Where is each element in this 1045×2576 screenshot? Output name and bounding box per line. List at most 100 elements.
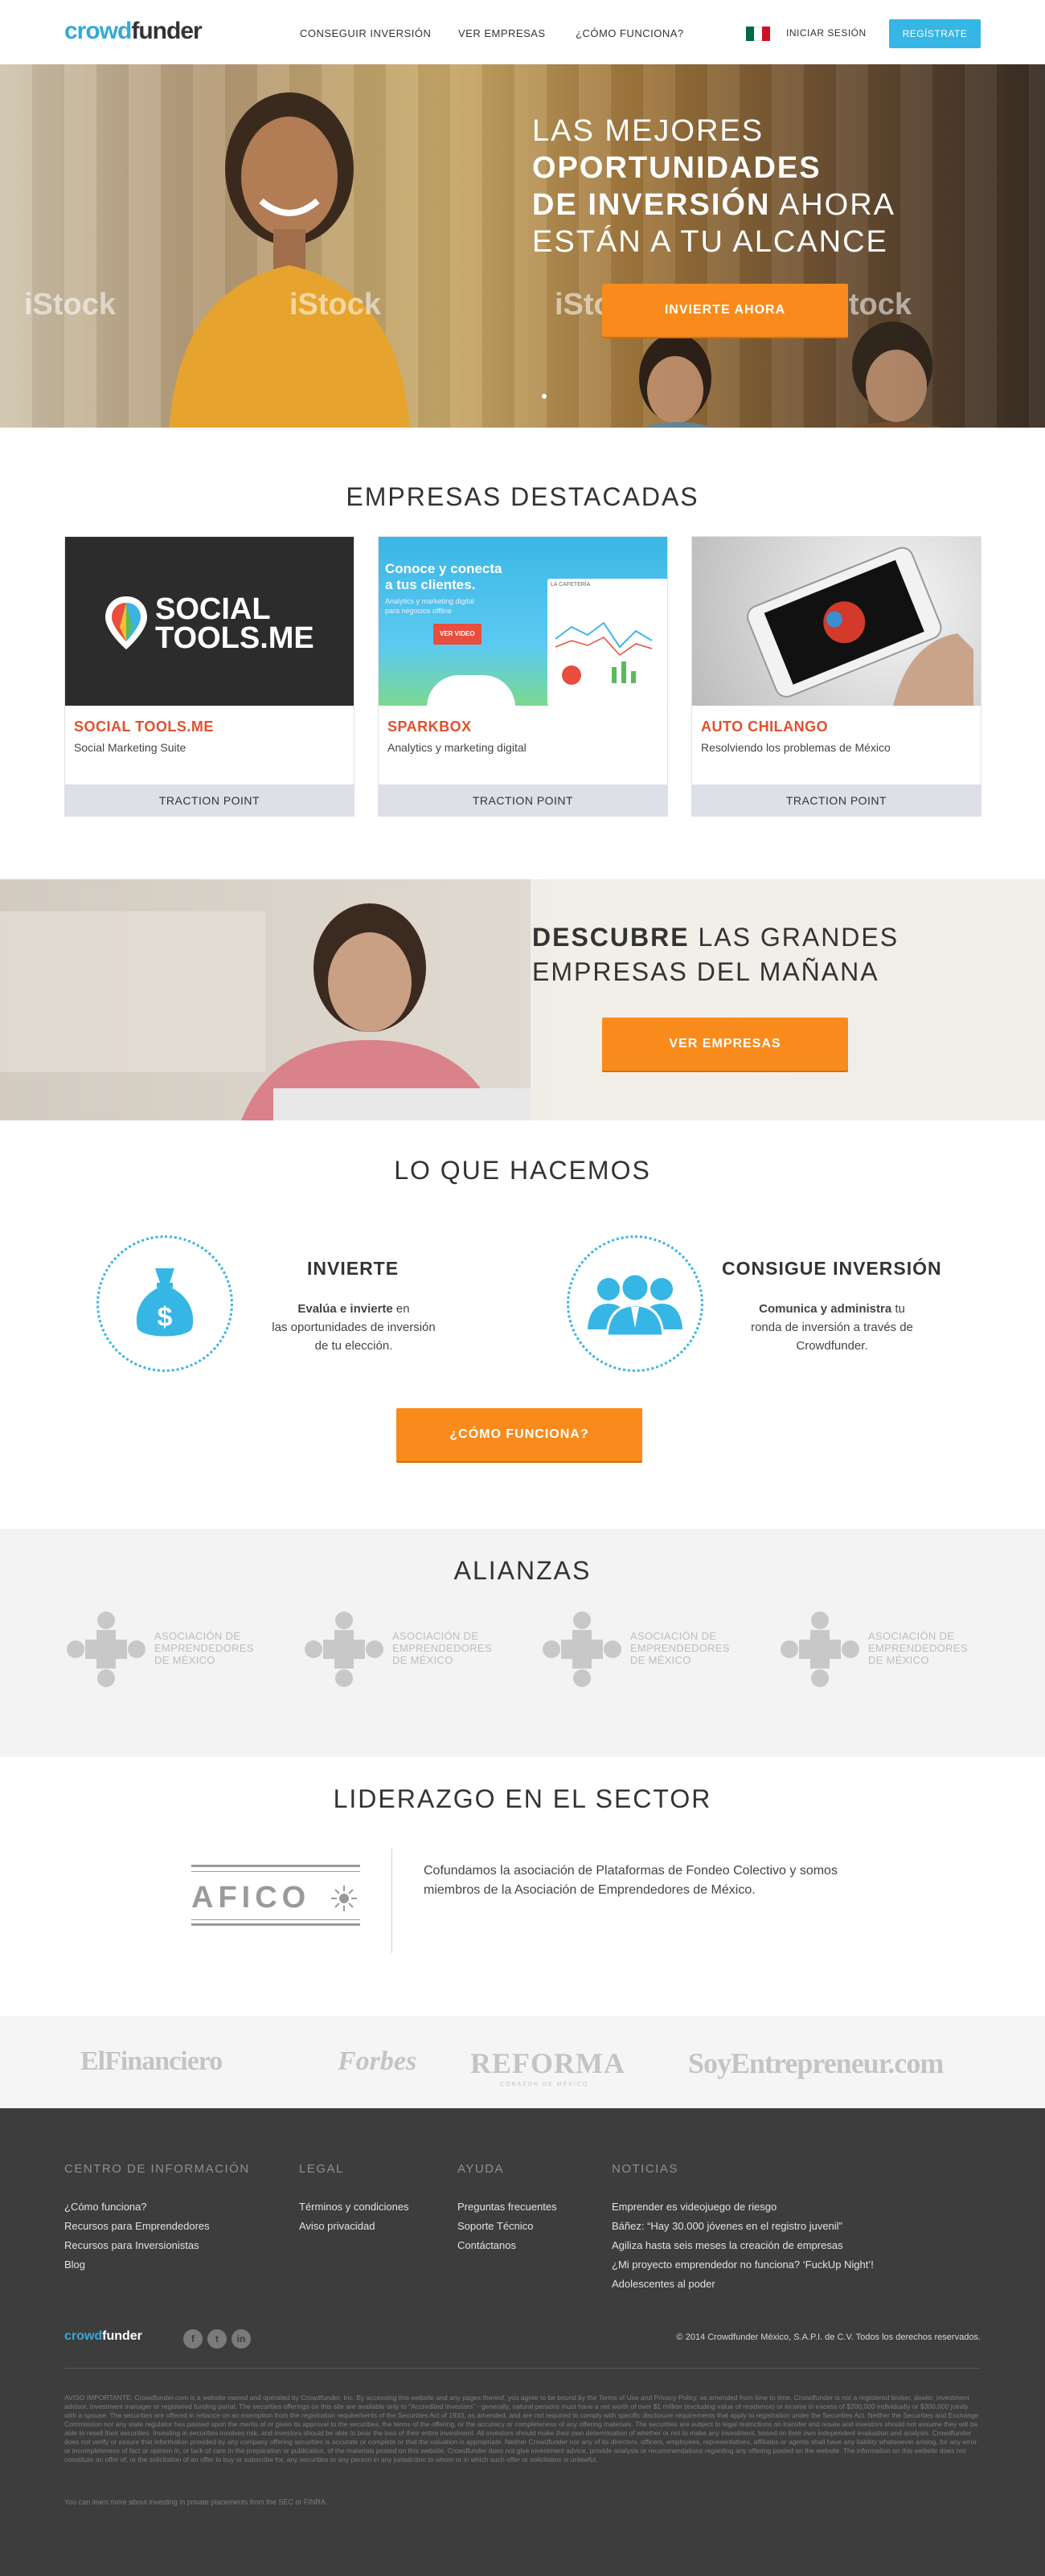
footer-link[interactable]: ¿Cómo funciona? [64,2197,210,2217]
login-link[interactable]: INICIAR SESIÓN [786,27,867,39]
afico-logo-text: AFICO [191,1881,311,1915]
hero-headline-bold: DE INVERSIÓN [532,188,771,222]
footer-col-title: LEGAL [299,2162,344,2176]
discover-title-light: LAS GRANDES [689,923,900,952]
footer-link[interactable]: Emprender es videojuego de riesgo [612,2197,874,2217]
facebook-icon[interactable]: f [183,2329,203,2349]
footer-link[interactable]: Adolescentes al poder [612,2275,874,2294]
company-image [692,537,981,706]
register-button[interactable]: REGÍSTRATE [889,19,981,48]
nav-link-conseguir-inversion[interactable]: CONSEGUIR INVERSIÓN [300,27,431,39]
company-card[interactable]: SOCIAL TOOLS.ME SOCIAL TOOLS.ME Social M… [64,536,354,817]
page: crowdfunder CONSEGUIR INVERSIÓN VER EMPR… [0,0,1045,2576]
company-card[interactable]: AUTO CHILANGO Resolviendo los problemas … [691,536,981,817]
invest-circle: $ [96,1235,233,1372]
footer-link[interactable]: ¿Mi proyecto emprendedor no funciona? ‘F… [612,2255,874,2275]
footer-link[interactable]: Agiliza hasta seis meses la creación de … [612,2236,874,2255]
company-description: Resolviendo los problemas de México [701,741,891,754]
hero-headline-line3: DE INVERSIÓN AHORA [532,188,895,223]
alliance-name: ASOCIACIÓN DE EMPRENDEDORES DE MÉXICO [154,1630,254,1666]
alliance-logo[interactable]: ASOCIACIÓN DE EMPRENDEDORES DE MÉXICO [64,1609,269,1689]
company-name[interactable]: AUTO CHILANGO [701,719,828,735]
company-image: SOCIAL TOOLS.ME [65,537,354,706]
what-we-do-title: LO QUE HACEMOS [394,1156,651,1185]
crowdfunder-logo[interactable]: crowdfunder [64,18,203,45]
copyright-text: © 2014 Crowdfunder México, S.A.P.I. de C… [676,2332,981,2342]
hero-headline-line1: LAS MEJORES [532,114,764,148]
hero-headline-light: AHORA [770,188,895,222]
alliance-name: ASOCIACIÓN DE EMPRENDEDORES DE MÉXICO [392,1630,492,1666]
raise-desc-line: Comunica y administra tu [715,1300,949,1318]
footer-links-legal: Términos y condiciones Aviso privacidad [299,2197,409,2236]
footer-col-title: NOTICIAS [612,2162,678,2176]
company-description: Analytics y marketing digital [387,741,527,754]
footer-link[interactable]: Recursos para Emprendedores [64,2217,210,2236]
asociacion-emprendedores-icon [543,1612,621,1687]
alliance-logo[interactable]: ASOCIACIÓN DE EMPRENDEDORES DE MÉXICO [540,1609,745,1689]
footer-link[interactable]: Báñez: “Hay 30.000 jóvenes en el registr… [612,2217,874,2236]
footer-link[interactable]: Términos y condiciones [299,2197,409,2217]
svg-text:$: $ [158,1302,173,1333]
alliance-line: ASOCIACIÓN DE [154,1630,241,1642]
alliance-logo[interactable]: ASOCIACIÓN DE EMPRENDEDORES DE MÉXICO [302,1609,507,1689]
promo-video-button: VER VIDEO [433,624,482,645]
invest-desc-text: en [392,1302,410,1316]
raise-desc-line: Crowdfunder. [796,1339,868,1353]
raise-desc-text: tu [891,1302,905,1316]
footer-logo[interactable]: crowdfunder [64,2329,142,2344]
afico-logo[interactable]: AFICO [191,1865,360,1929]
hero-woman-image [169,92,410,428]
traction-point-badge: TRACTION POINT [378,784,668,817]
discover-woman-image [0,879,531,1120]
money-bag-icon: $ [136,1268,194,1337]
linkedin-icon[interactable]: in [232,2329,251,2349]
alliance-line: EMPRENDEDORES [630,1642,730,1654]
footer-link[interactable]: Preguntas frecuentes [457,2197,557,2217]
alliance-line: EMPRENDEDORES [154,1642,254,1654]
mexico-flag-icon[interactable] [746,27,770,41]
promo-subline: Analytics y marketing digital [385,597,475,605]
twitter-icon[interactable]: t [207,2329,227,2349]
traction-point-badge: TRACTION POINT [691,784,981,817]
raise-title: CONSIGUE INVERSIÓN [722,1258,942,1279]
company-card[interactable]: Conoce y conecta a tus clientes. Analyti… [378,536,668,817]
company-name[interactable]: SPARKBOX [387,719,472,735]
footer-link[interactable]: Blog [64,2255,210,2275]
discover-title-line2: EMPRESAS DEL MAÑANA [532,957,879,986]
traction-point-badge: TRACTION POINT [64,784,354,817]
leadership-title: LIDERAZGO EN EL SECTOR [333,1784,712,1813]
nav-link-como-funciona[interactable]: ¿CÓMO FUNCIONA? [576,27,684,39]
top-header: crowdfunder CONSEGUIR INVERSIÓN VER EMPR… [0,0,1045,64]
footer-col-title: CENTRO DE INFORMACIÓN [64,2162,250,2176]
asociacion-emprendedores-icon [305,1612,383,1687]
raise-desc-bold: Comunica y administra [759,1302,892,1316]
asociacion-emprendedores-icon [67,1612,145,1687]
discover-title-line1: DESCUBRE LAS GRANDES [532,923,899,952]
footer-links-news: Emprender es videojuego de riesgo Báñez:… [612,2197,874,2294]
alliance-line: ASOCIACIÓN DE [630,1630,717,1642]
company-name[interactable]: SOCIAL TOOLS.ME [74,719,214,735]
carousel-dot[interactable] [542,394,547,399]
alliance-line: ASOCIACIÓN DE [868,1630,955,1642]
dashboard-chart-image [555,621,653,685]
alliance-line: EMPRENDEDORES [868,1642,968,1654]
footer-link[interactable]: Contáctanos [457,2236,557,2255]
press-logo-reforma: REFORMA [470,2047,625,2079]
promo-line: a tus clientes. [385,577,476,592]
hero-headline-line4: ESTÁN A TU ALCANCE [532,225,888,259]
invest-desc-line: de tu elección. [314,1339,393,1353]
view-companies-button[interactable]: VER EMPRESAS [602,1018,848,1071]
invest-desc-line: las oportunidades de inversión [272,1321,436,1334]
footer-link[interactable]: Aviso privacidad [299,2217,409,2236]
alliance-line: DE MÉXICO [392,1654,453,1666]
dashboard-screen: LA CAFETERÍA [547,579,667,706]
invest-now-button[interactable]: INVIERTE AHORA [602,284,848,337]
how-it-works-button[interactable]: ¿CÓMO FUNCIONA? [396,1408,642,1461]
logo-line: SOCIAL [155,592,271,626]
discover-title-bold: DESCUBRE [532,923,690,952]
footer-link[interactable]: Recursos para Inversionistas [64,2236,210,2255]
alliance-logo[interactable]: ASOCIACIÓN DE EMPRENDEDORES DE MÉXICO [778,1609,983,1689]
footer-link[interactable]: Soporte Técnico [457,2217,557,2236]
legal-note[interactable]: You can learn more about investing in pr… [64,2498,327,2506]
nav-link-ver-empresas[interactable]: VER EMPRESAS [458,27,546,39]
